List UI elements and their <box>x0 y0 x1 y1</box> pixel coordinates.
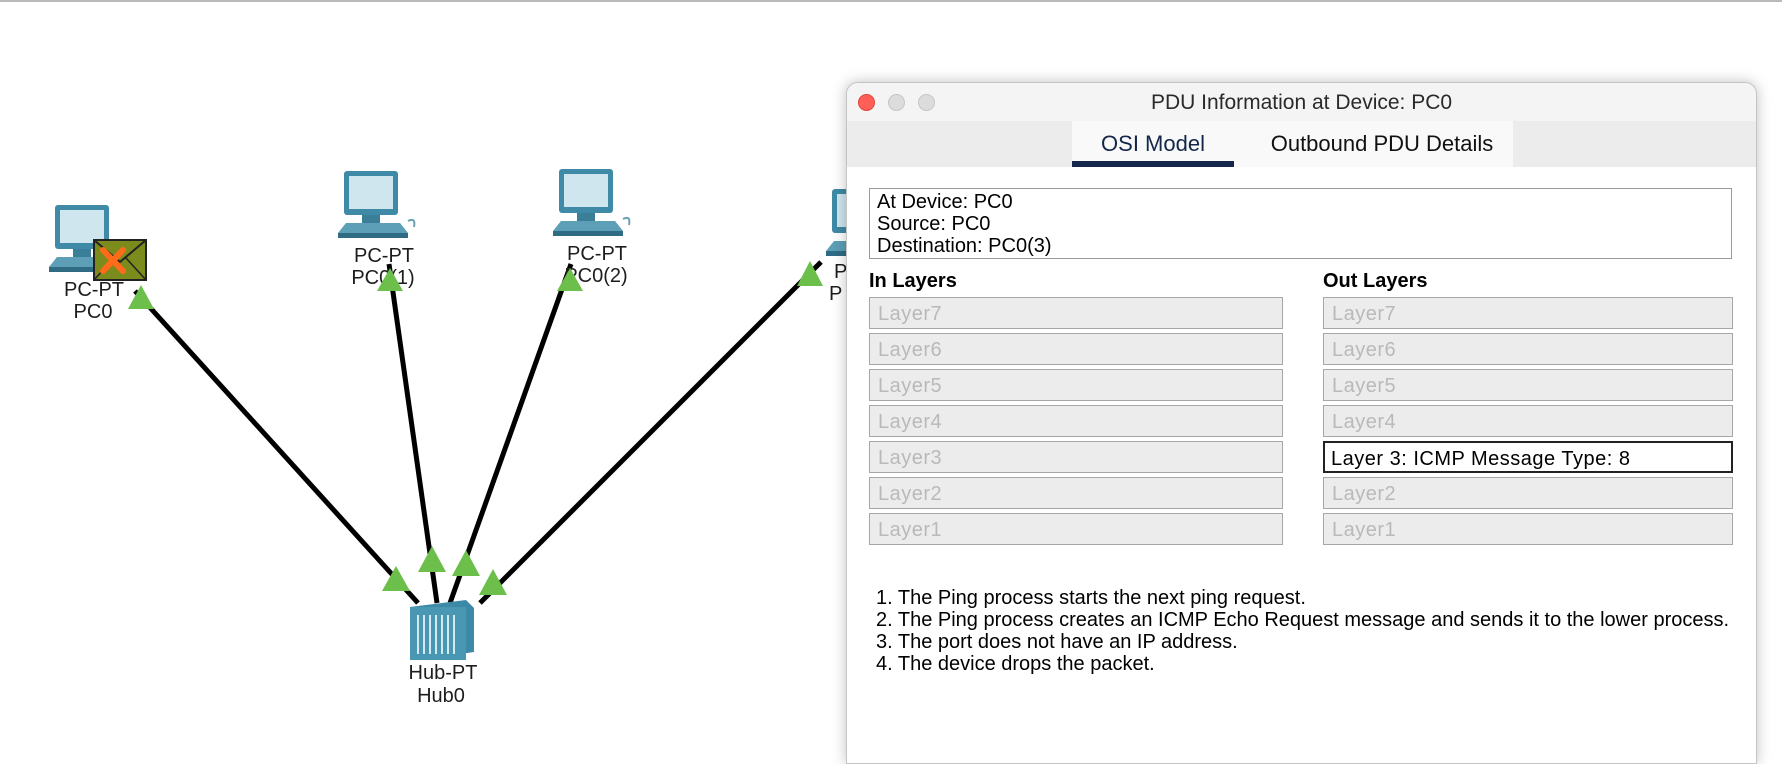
in-layer-3[interactable]: Layer3 <box>869 441 1283 473</box>
device-type-label: PC-PT <box>64 279 124 301</box>
out-layer-5[interactable]: Layer5 <box>1323 369 1733 401</box>
out-layers-heading: Out Layers <box>1323 270 1428 292</box>
hub-slots <box>417 615 455 654</box>
in-layer-2[interactable]: Layer2 <box>869 477 1283 509</box>
pc-icon <box>337 170 416 239</box>
step-item: 4. The device drops the packet. <box>876 653 1155 675</box>
device-pc0-2[interactable]: PC-PT PC0(2) <box>552 168 631 287</box>
in-layer-1[interactable]: Layer1 <box>869 513 1283 545</box>
destination-text: Destination: PC0(3) <box>877 235 1052 257</box>
tab-osi-model[interactable]: OSI Model <box>1072 121 1234 167</box>
device-type-label: PC-PT <box>567 243 627 265</box>
out-layer-4[interactable]: Layer4 <box>1323 405 1733 437</box>
pdu-info-window: PDU Information at Device: PC0 OSI Model… <box>846 82 1757 764</box>
out-layer-6[interactable]: Layer6 <box>1323 333 1733 365</box>
out-layer-3-selected[interactable]: Layer 3: ICMP Message Type: 8 <box>1323 441 1733 473</box>
in-layers-heading: In Layers <box>869 270 957 292</box>
step-item: 3. The port does not have an IP address. <box>876 631 1238 653</box>
in-layer-7[interactable]: Layer7 <box>869 297 1283 329</box>
envelope-fail-icon[interactable] <box>93 239 147 281</box>
device-hub0[interactable]: Hub-PT Hub0 <box>409 600 478 707</box>
step-item: 2. The Ping process creates an ICMP Echo… <box>876 609 1730 631</box>
window-titlebar[interactable]: PDU Information at Device: PC0 <box>847 83 1756 122</box>
device-type-label: Hub-PT <box>409 662 478 684</box>
device-name-label: PC0 <box>74 301 113 323</box>
at-device-text: At Device: PC0 <box>877 191 1013 213</box>
links <box>133 260 823 605</box>
tabs: OSI Model Outbound PDU Details <box>1072 121 1513 167</box>
window-title: PDU Information at Device: PC0 <box>1150 91 1453 114</box>
in-layer-6[interactable]: Layer6 <box>869 333 1283 365</box>
in-layer-5[interactable]: Layer5 <box>869 369 1283 401</box>
step-item: 1. The Ping process starts the next ping… <box>876 587 1306 609</box>
pdu-summary-box: At Device: PC0 Source: PC0 Destination: … <box>869 188 1732 259</box>
device-name-label: Hub0 <box>417 685 465 707</box>
link-up-triangle <box>128 285 154 309</box>
link-up-triangle <box>418 546 446 572</box>
tab-bar: OSI Model Outbound PDU Details <box>847 121 1756 167</box>
pc-icon <box>552 168 631 237</box>
tab-outbound-pdu-details[interactable]: Outbound PDU Details <box>1252 121 1512 167</box>
link-pc2-hub0[interactable] <box>447 263 574 604</box>
source-text: Source: PC0 <box>877 213 991 235</box>
out-layer-2[interactable]: Layer2 <box>1323 477 1733 509</box>
process-steps: 1. The Ping process starts the next ping… <box>876 587 1736 675</box>
out-layer-1[interactable]: Layer1 <box>1323 513 1733 545</box>
link-pc3-hub0[interactable] <box>478 260 823 605</box>
out-layer-7[interactable]: Layer7 <box>1323 297 1733 329</box>
in-layer-4[interactable]: Layer4 <box>869 405 1283 437</box>
link-up-triangle <box>452 550 480 576</box>
device-type-label: PC-PT <box>354 245 414 267</box>
device-name-label: P <box>829 283 842 305</box>
link-status-indicators <box>128 261 823 595</box>
link-pc0-hub0[interactable] <box>133 289 420 605</box>
device-pc0-1[interactable]: PC-PT PC0(1) <box>337 170 416 289</box>
